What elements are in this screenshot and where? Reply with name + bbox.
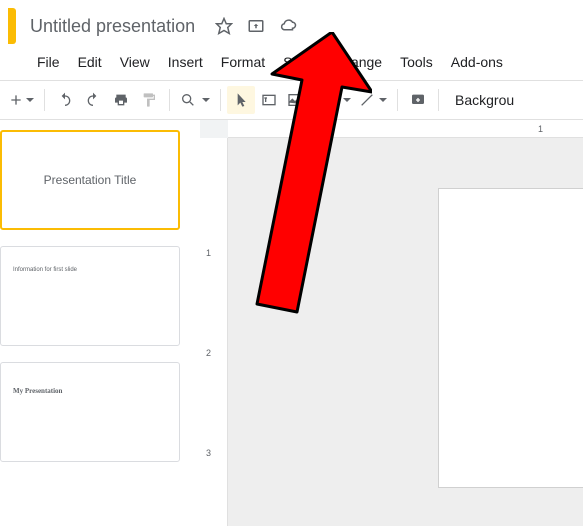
new-slide-button[interactable] [4, 86, 38, 114]
slide-panel: Presentation Title Information for first… [0, 120, 200, 526]
menu-format[interactable]: Format [212, 50, 274, 74]
separator [397, 89, 398, 111]
print-button[interactable] [107, 86, 135, 114]
star-icon[interactable] [215, 17, 233, 35]
menu-file[interactable]: File [28, 50, 69, 74]
comment-button[interactable] [404, 86, 432, 114]
canvas-slide[interactable] [438, 188, 583, 488]
ruler-tick: 2 [206, 348, 211, 358]
workspace: Presentation Title Information for first… [0, 120, 583, 526]
zoom-button[interactable] [176, 86, 214, 114]
undo-button[interactable] [51, 86, 79, 114]
menu-view[interactable]: View [111, 50, 159, 74]
document-title[interactable]: Untitled presentation [24, 14, 201, 39]
ruler-tick: 1 [538, 124, 543, 134]
ruler-horizontal: 1 [228, 120, 583, 138]
slide-thumb-text: Presentation Title [44, 173, 137, 187]
redo-button[interactable] [79, 86, 107, 114]
editor-area: 1 1 2 3 [200, 120, 583, 526]
header-bar: Untitled presentation [0, 0, 583, 48]
chevron-down-icon [26, 98, 34, 102]
move-icon[interactable] [247, 17, 265, 35]
textbox-button[interactable] [255, 86, 283, 114]
canvas-area[interactable] [228, 138, 583, 526]
menu-edit[interactable]: Edit [69, 50, 111, 74]
chevron-down-icon [379, 98, 387, 102]
menu-insert[interactable]: Insert [159, 50, 212, 74]
line-button[interactable] [355, 86, 391, 114]
title-icons [215, 17, 297, 35]
slide-thumb-2[interactable]: Information for first slide [0, 246, 180, 346]
toolbar: Backgrou [0, 80, 583, 120]
shape-button[interactable] [319, 86, 355, 114]
cloud-icon[interactable] [279, 17, 297, 35]
separator [169, 89, 170, 111]
separator [44, 89, 45, 111]
ruler-tick: 1 [206, 248, 211, 258]
slide-thumb-text: Information for first slide [13, 267, 77, 273]
slide-thumb-3[interactable]: My Presentation [0, 362, 180, 462]
menu-slide[interactable]: Slide [274, 50, 323, 74]
ruler-tick: 3 [206, 448, 211, 458]
logo-edge [8, 8, 16, 44]
background-button[interactable]: Backgrou [445, 86, 524, 114]
separator [220, 89, 221, 111]
select-tool[interactable] [227, 86, 255, 114]
menu-tools[interactable]: Tools [391, 50, 442, 74]
menu-addons[interactable]: Add-ons [442, 50, 512, 74]
image-button[interactable] [283, 86, 319, 114]
chevron-down-icon [202, 98, 210, 102]
chevron-down-icon [307, 98, 315, 102]
menu-arrange[interactable]: Arrange [323, 50, 391, 74]
menubar: File Edit View Insert Format Slide Arran… [0, 48, 583, 80]
paint-format-button[interactable] [135, 86, 163, 114]
ruler-vertical: 1 2 3 [200, 138, 228, 526]
slide-thumb-text: My Presentation [13, 387, 62, 395]
chevron-down-icon [343, 98, 351, 102]
separator [438, 89, 439, 111]
slide-thumb-1[interactable]: Presentation Title [0, 130, 180, 230]
